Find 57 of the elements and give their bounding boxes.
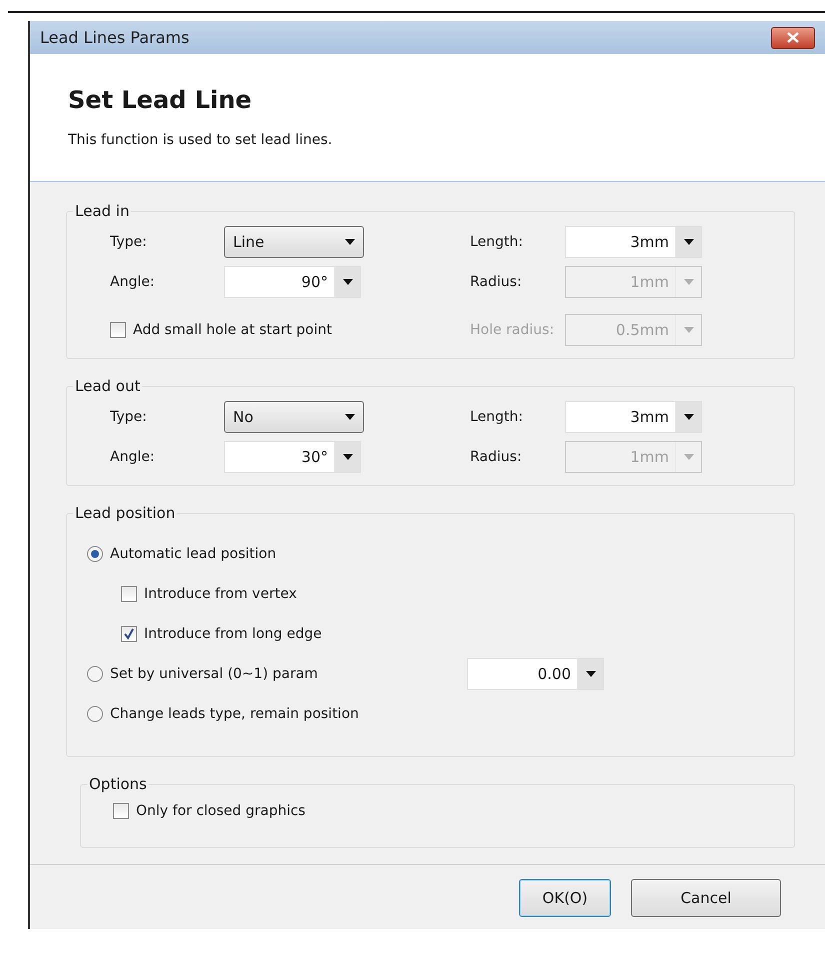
checkbox[interactable] (121, 586, 137, 602)
dialog-heading: Set Lead Line (68, 86, 253, 114)
radio-button[interactable] (87, 666, 103, 682)
radio-button[interactable] (87, 546, 103, 562)
checkbox[interactable] (113, 803, 129, 819)
field-label: Type: (110, 234, 148, 250)
caret-icon (345, 414, 355, 420)
spin-field[interactable]: 3mm (565, 226, 702, 258)
window-title: Lead Lines Params (40, 28, 190, 47)
caret-icon (684, 279, 694, 285)
cancel-button[interactable]: Cancel (631, 879, 781, 917)
group-title: Lead position (74, 504, 176, 522)
group-title: Lead in (74, 202, 130, 220)
caret-icon (684, 327, 694, 333)
dropdown-button[interactable] (334, 267, 360, 297)
field-label: Length: (470, 409, 524, 425)
caret-icon (684, 239, 694, 245)
group-title: Options (88, 775, 148, 793)
checkbox[interactable] (110, 322, 126, 338)
caret-icon (342, 279, 352, 285)
type-dropdown[interactable]: Line (224, 226, 364, 258)
dropdown-button[interactable] (334, 442, 360, 472)
field-label: Hole radius: (470, 321, 556, 338)
checkbox-label: Only for closed graphics (136, 803, 306, 819)
field-label: Type: (110, 409, 148, 425)
spin-field[interactable]: 3mm (565, 401, 702, 433)
checkbox-label: Introduce from long edge (144, 626, 322, 642)
dropdown-button[interactable] (675, 402, 701, 432)
radio-label: Automatic lead position (110, 546, 276, 562)
radio-label: Change leads type, remain position (110, 706, 359, 722)
check-icon (123, 628, 135, 640)
close-button[interactable] (771, 26, 815, 48)
ok-button[interactable]: OK(O) (519, 879, 611, 917)
spin-field[interactable]: 30° (224, 441, 361, 473)
caret-icon (586, 671, 596, 677)
caret-icon (684, 414, 694, 420)
spin-field[interactable]: 90° (224, 266, 361, 298)
type-dropdown[interactable]: No (224, 401, 364, 433)
radio-label: Set by universal (0~1) param (110, 666, 318, 682)
group-title: Lead out (74, 377, 142, 395)
dialog-description: This function is used to set lead lines. (68, 132, 334, 148)
field-label: Length: (470, 234, 524, 250)
field-label: Radius: (470, 449, 523, 465)
field-label: Angle: (110, 274, 156, 290)
caret-icon (684, 454, 694, 460)
close-icon (787, 32, 799, 43)
caret-icon (345, 239, 355, 245)
checkbox[interactable] (121, 626, 137, 642)
checkbox-label: Add small hole at start point (133, 322, 332, 338)
field-label: Angle: (110, 449, 156, 465)
dropdown-button[interactable] (577, 659, 603, 689)
checkbox-label: Introduce from vertex (144, 586, 297, 602)
caret-icon (342, 454, 352, 460)
field-label: Radius: (470, 274, 523, 290)
spin-field[interactable]: 0.00 (467, 658, 604, 690)
dropdown-button[interactable] (675, 227, 701, 257)
radio-button[interactable] (87, 706, 103, 722)
